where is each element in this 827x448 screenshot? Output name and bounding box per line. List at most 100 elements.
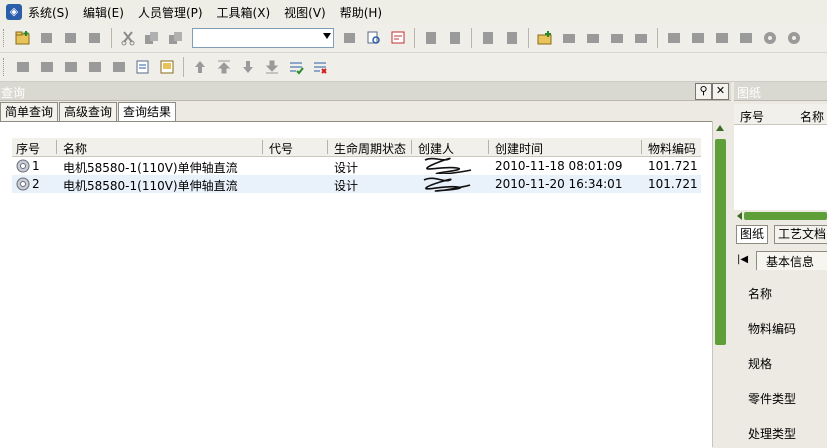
delete-list-icon[interactable]	[311, 58, 329, 76]
part-gear-icon	[16, 177, 30, 191]
col-created-time[interactable]: 创建时间	[495, 140, 543, 157]
menu-help[interactable]: 帮助(H)	[340, 4, 382, 21]
toolbar-grip[interactable]	[3, 29, 8, 47]
redacted-creator-scribble	[424, 157, 472, 174]
copy-icon[interactable]	[143, 29, 161, 47]
column-divider[interactable]	[641, 140, 642, 154]
gear-icon[interactable]	[785, 29, 803, 47]
redacted-creator-scribble	[423, 177, 471, 192]
col-creator[interactable]: 创建人	[418, 140, 454, 157]
cell-created: 2010-11-18 08:01:09	[495, 159, 623, 173]
tab-advanced-query[interactable]: 高级查询	[59, 102, 118, 121]
refresh-list-icon[interactable]	[134, 58, 152, 76]
column-divider[interactable]	[411, 140, 412, 154]
report-icon[interactable]	[389, 29, 407, 47]
drawing-grid-body	[734, 125, 827, 211]
horizontal-scrollbar[interactable]	[734, 210, 827, 222]
drawing-grid-header: 序号 名称	[734, 104, 827, 125]
pin-icon[interactable]: ⚲	[695, 83, 712, 100]
prop-process-type-label: 处理类型	[748, 427, 797, 441]
menu-bar: ◈ 系统(S) 编辑(E) 人员管理(P) 工具箱(X) 视图(V) 帮助(H)	[0, 0, 827, 25]
document-icon[interactable]	[422, 29, 440, 47]
gear-icon[interactable]	[761, 29, 779, 47]
first-page-icon[interactable]: |◀	[737, 254, 748, 265]
column-divider[interactable]	[56, 140, 57, 154]
tab-simple-query[interactable]: 简单查询	[0, 102, 59, 121]
document-icon[interactable]	[86, 58, 104, 76]
search-document-icon[interactable]	[365, 29, 383, 47]
cut-icon[interactable]	[119, 29, 137, 47]
table-row[interactable]: 2 电机58580-1(110V)单伸轴直流 设计 2010-11-20 16:…	[12, 175, 701, 193]
column-divider[interactable]	[262, 140, 263, 154]
document-icon[interactable]	[584, 29, 602, 47]
menu-edit[interactable]: 编辑(E)	[83, 4, 124, 21]
document-icon[interactable]	[713, 29, 731, 47]
scroll-left-icon[interactable]	[737, 212, 742, 220]
document-icon[interactable]	[110, 58, 128, 76]
cell-index: 1	[32, 159, 40, 173]
document-icon[interactable]	[560, 29, 578, 47]
col-material-code[interactable]: 物料编码	[648, 140, 696, 157]
document-icon[interactable]	[62, 29, 80, 47]
toolbar-separator	[528, 28, 529, 48]
document-icon[interactable]	[62, 58, 80, 76]
document-icon[interactable]	[14, 58, 32, 76]
document-icon[interactable]	[608, 29, 626, 47]
scroll-up-icon[interactable]	[716, 125, 724, 131]
toolbar-secondary	[0, 53, 827, 82]
menu-system[interactable]: 系统(S)	[28, 4, 69, 21]
export-icon[interactable]	[158, 58, 176, 76]
tab-process-docs[interactable]: 工艺文档	[774, 225, 827, 244]
check-list-icon[interactable]	[287, 58, 305, 76]
drawing-tabs: 图纸 工艺文档	[734, 224, 827, 244]
document-icon[interactable]	[632, 29, 650, 47]
drawing-col-name[interactable]: 名称	[800, 108, 824, 125]
tab-drawing[interactable]: 图纸	[736, 225, 769, 244]
move-down-icon[interactable]	[239, 58, 257, 76]
toolbar-separator	[183, 57, 184, 77]
document-icon[interactable]	[479, 29, 497, 47]
column-divider[interactable]	[327, 140, 328, 154]
toolbar-grip[interactable]	[3, 58, 8, 76]
document-icon[interactable]	[665, 29, 683, 47]
col-lifecycle-state[interactable]: 生命周期状态	[334, 140, 406, 157]
document-icon[interactable]	[689, 29, 707, 47]
document-icon[interactable]	[38, 58, 56, 76]
column-divider[interactable]	[488, 140, 489, 154]
move-top-icon[interactable]	[191, 58, 209, 76]
drawing-panel-header: 图纸	[734, 82, 827, 101]
search-scope-combo[interactable]	[192, 28, 334, 48]
prop-spec-label: 规格	[748, 357, 773, 371]
menu-personnel[interactable]: 人员管理(P)	[138, 4, 203, 21]
move-bottom-icon[interactable]	[263, 58, 281, 76]
menu-view[interactable]: 视图(V)	[284, 4, 326, 21]
col-index[interactable]: 序号	[16, 140, 40, 157]
add-folder-icon[interactable]	[536, 29, 554, 47]
cell-name: 电机58580-1(110V)单伸轴直流	[63, 179, 238, 193]
results-area: 序号 名称 代号 生命周期状态 创建人 创建时间 物料编码 1 电机58580-…	[0, 121, 712, 448]
prop-name-label: 名称	[748, 287, 773, 301]
scrollbar-thumb[interactable]	[715, 139, 726, 345]
document-icon[interactable]	[446, 29, 464, 47]
toolbar-separator	[471, 28, 472, 48]
col-code[interactable]: 代号	[269, 140, 293, 157]
grid-header: 序号 名称 代号 生命周期状态 创建人 创建时间 物料编码	[12, 138, 701, 157]
table-row[interactable]: 1 电机58580-1(110V)单伸轴直流 设计 2010-11-18 08:…	[12, 157, 701, 175]
document-icon[interactable]	[737, 29, 755, 47]
tab-query-results[interactable]: 查询结果	[118, 102, 177, 122]
close-icon[interactable]: ✕	[712, 83, 729, 100]
vertical-scrollbar[interactable]	[712, 121, 729, 447]
col-name[interactable]: 名称	[63, 140, 87, 157]
paste-icon[interactable]	[167, 29, 185, 47]
document-icon[interactable]	[341, 29, 359, 47]
part-gear-icon	[16, 159, 30, 173]
new-folder-icon[interactable]	[14, 29, 32, 47]
menu-toolbox[interactable]: 工具箱(X)	[217, 4, 271, 21]
document-icon[interactable]	[38, 29, 56, 47]
drawing-col-index[interactable]: 序号	[740, 108, 764, 125]
app-logo-icon: ◈	[6, 4, 22, 20]
scrollbar-thumb[interactable]	[744, 212, 827, 220]
document-icon[interactable]	[503, 29, 521, 47]
document-icon[interactable]	[86, 29, 104, 47]
move-up-icon[interactable]	[215, 58, 233, 76]
